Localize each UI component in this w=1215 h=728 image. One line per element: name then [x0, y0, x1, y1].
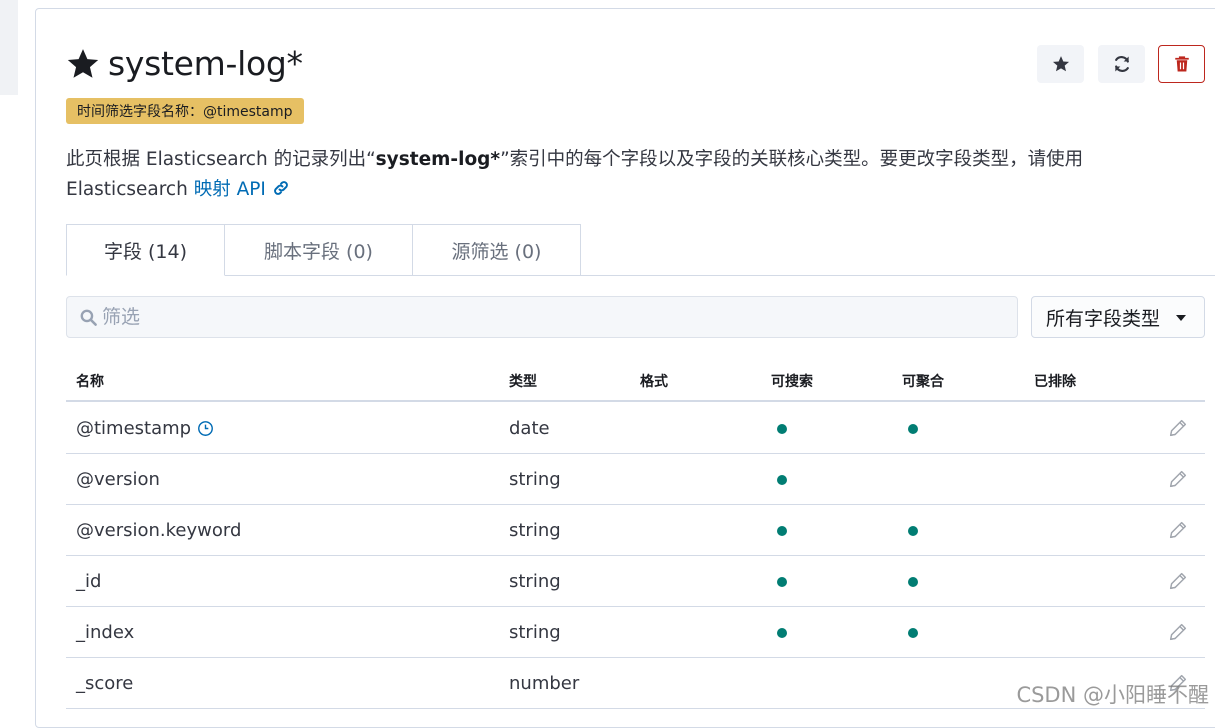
- field-type-cell: date: [509, 418, 550, 439]
- field-type-select-value: 所有字段类型: [1046, 307, 1161, 330]
- column-header-searchable[interactable]: 可搜索: [771, 371, 813, 391]
- column-header-name[interactable]: 名称: [76, 371, 104, 391]
- field-name-cell: _index: [76, 622, 134, 643]
- edit-field-icon[interactable]: [1167, 417, 1189, 439]
- field-type-cell: string: [509, 622, 561, 643]
- tabs: 字段 (14) 脚本字段 (0) 源筛选 (0): [66, 224, 581, 276]
- field-name: @version.keyword: [76, 520, 242, 541]
- field-name-cell: @timestamp: [76, 418, 214, 439]
- column-header-excluded[interactable]: 已排除: [1034, 371, 1076, 391]
- delete-button[interactable]: [1158, 45, 1205, 83]
- searchable-dot: [777, 628, 787, 638]
- tab-scripted-fields[interactable]: 脚本字段 (0): [225, 224, 413, 276]
- description-text: 此页根据 Elasticsearch 的记录列出“: [66, 149, 376, 170]
- searchable-dot: [777, 526, 787, 536]
- edit-field-icon[interactable]: [1167, 468, 1189, 490]
- edit-field-icon[interactable]: [1167, 570, 1189, 592]
- search-icon: [80, 309, 97, 326]
- refresh-button[interactable]: [1098, 45, 1145, 83]
- edit-field-icon[interactable]: [1167, 519, 1189, 541]
- table-header: 名称 类型 格式 可搜索 可聚合 已排除: [66, 357, 1205, 402]
- trash-icon: [1174, 56, 1189, 72]
- clock-icon: [198, 421, 214, 436]
- table-row: _id string: [66, 556, 1205, 607]
- field-name: _score: [76, 673, 134, 694]
- tabs-divider: [581, 275, 1215, 276]
- set-default-button[interactable]: [1037, 45, 1084, 83]
- aggregatable-dot: [908, 628, 918, 638]
- field-name: @timestamp: [76, 418, 192, 439]
- edit-field-icon[interactable]: [1167, 621, 1189, 643]
- searchable-dot: [777, 577, 787, 587]
- aggregatable-dot: [908, 577, 918, 587]
- field-name-cell: _score: [76, 673, 133, 694]
- page-description: 此页根据 Elasticsearch 的记录列出“system-log*”索引中…: [66, 145, 1166, 205]
- field-type-cell: string: [509, 520, 561, 541]
- aggregatable-dot: [908, 424, 918, 434]
- table-row: @timestamp date: [66, 403, 1205, 454]
- field-type-cell: number: [509, 673, 580, 694]
- left-rail: [0, 0, 18, 95]
- link-icon: [273, 181, 288, 195]
- tab-source-filters[interactable]: 源筛选 (0): [413, 224, 581, 276]
- aggregatable-dot: [908, 526, 918, 536]
- description-index-name: system-log*: [375, 149, 501, 170]
- field-type-select[interactable]: 所有字段类型: [1031, 296, 1205, 338]
- field-name-cell: @version: [76, 469, 160, 490]
- index-pattern-title: system-log*: [108, 44, 303, 83]
- field-type-cell: string: [509, 571, 561, 592]
- star-icon: [67, 48, 99, 78]
- chevron-down-icon: [1176, 315, 1186, 321]
- table-row: @version string: [66, 454, 1205, 505]
- field-name-cell: _id: [76, 571, 101, 592]
- column-header-aggregatable[interactable]: 可聚合: [902, 371, 944, 391]
- column-header-format[interactable]: 格式: [640, 371, 668, 391]
- filter-input[interactable]: [102, 306, 902, 328]
- page-title: system-log*: [66, 44, 303, 83]
- time-field-badge: 时间筛选字段名称：@timestamp: [66, 98, 304, 124]
- searchable-dot: [777, 424, 787, 434]
- field-name: _index: [76, 622, 135, 643]
- searchable-dot: [777, 475, 787, 485]
- column-header-type[interactable]: 类型: [509, 371, 537, 391]
- watermark: CSDN @小阳睡不醒: [1016, 683, 1209, 707]
- table-row: _index string: [66, 607, 1205, 658]
- refresh-icon: [1114, 56, 1129, 72]
- table-row: @version.keyword string: [66, 505, 1205, 556]
- star-icon: [1052, 56, 1069, 72]
- mapping-api-link[interactable]: 映射 API: [194, 179, 290, 200]
- field-name: @version: [76, 469, 160, 490]
- field-name: _id: [76, 571, 102, 592]
- field-type-cell: string: [509, 469, 561, 490]
- filter-field[interactable]: [66, 296, 1018, 338]
- field-name-cell: @version.keyword: [76, 520, 241, 541]
- mapping-api-link-label: 映射 API: [193, 179, 266, 200]
- tab-fields[interactable]: 字段 (14): [66, 224, 225, 276]
